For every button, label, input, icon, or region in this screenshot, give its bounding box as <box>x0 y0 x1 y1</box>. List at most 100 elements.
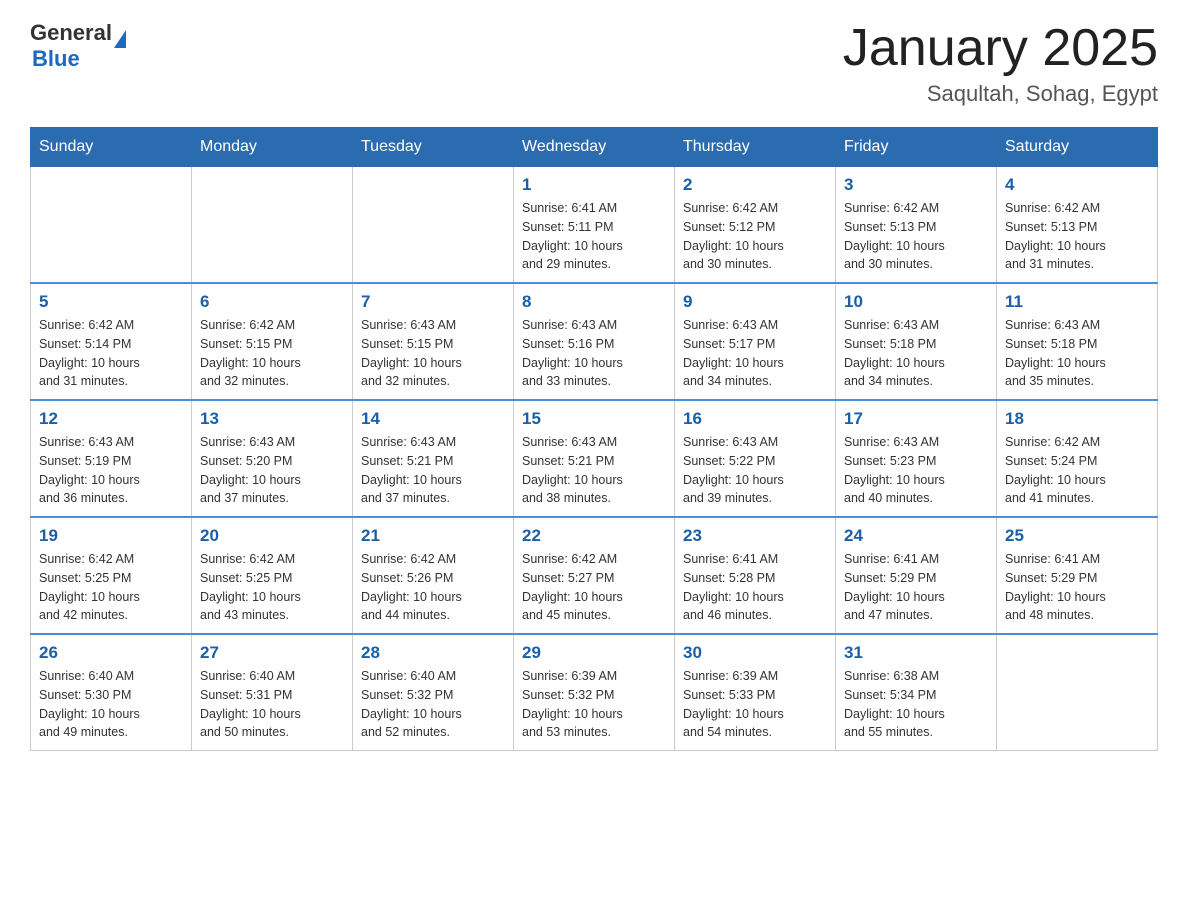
day-info: Sunrise: 6:39 AM Sunset: 5:33 PM Dayligh… <box>683 667 827 742</box>
calendar-cell: 22 Sunrise: 6:42 AM Sunset: 5:27 PM Dayli… <box>514 517 675 634</box>
day-info: Sunrise: 6:43 AM Sunset: 5:16 PM Dayligh… <box>522 316 666 391</box>
day-of-week-header: Friday <box>836 128 997 167</box>
day-info: Sunrise: 6:41 AM Sunset: 5:29 PM Dayligh… <box>844 550 988 625</box>
day-number: 3 <box>844 175 988 195</box>
calendar-cell <box>192 167 353 284</box>
calendar-cell: 30 Sunrise: 6:39 AM Sunset: 5:33 PM Dayli… <box>675 634 836 751</box>
day-number: 5 <box>39 292 183 312</box>
day-of-week-header: Thursday <box>675 128 836 167</box>
day-number: 9 <box>683 292 827 312</box>
day-info: Sunrise: 6:43 AM Sunset: 5:21 PM Dayligh… <box>361 433 505 508</box>
day-number: 25 <box>1005 526 1149 546</box>
logo-general-text: General <box>30 20 112 46</box>
calendar-cell: 8 Sunrise: 6:43 AM Sunset: 5:16 PM Daylig… <box>514 283 675 400</box>
day-info: Sunrise: 6:42 AM Sunset: 5:26 PM Dayligh… <box>361 550 505 625</box>
day-info: Sunrise: 6:41 AM Sunset: 5:11 PM Dayligh… <box>522 199 666 274</box>
day-number: 30 <box>683 643 827 663</box>
day-info: Sunrise: 6:42 AM Sunset: 5:13 PM Dayligh… <box>1005 199 1149 274</box>
day-info: Sunrise: 6:43 AM Sunset: 5:15 PM Dayligh… <box>361 316 505 391</box>
calendar-title: January 2025 <box>843 20 1158 77</box>
day-number: 14 <box>361 409 505 429</box>
day-of-week-header: Monday <box>192 128 353 167</box>
calendar-body: 1 Sunrise: 6:41 AM Sunset: 5:11 PM Daylig… <box>31 167 1158 751</box>
day-info: Sunrise: 6:42 AM Sunset: 5:15 PM Dayligh… <box>200 316 344 391</box>
calendar-cell: 1 Sunrise: 6:41 AM Sunset: 5:11 PM Daylig… <box>514 167 675 284</box>
day-number: 12 <box>39 409 183 429</box>
day-number: 20 <box>200 526 344 546</box>
calendar-week-row: 5 Sunrise: 6:42 AM Sunset: 5:14 PM Daylig… <box>31 283 1158 400</box>
day-info: Sunrise: 6:43 AM Sunset: 5:18 PM Dayligh… <box>1005 316 1149 391</box>
day-info: Sunrise: 6:43 AM Sunset: 5:21 PM Dayligh… <box>522 433 666 508</box>
day-of-week-header: Saturday <box>997 128 1158 167</box>
calendar-cell: 5 Sunrise: 6:42 AM Sunset: 5:14 PM Daylig… <box>31 283 192 400</box>
day-info: Sunrise: 6:43 AM Sunset: 5:19 PM Dayligh… <box>39 433 183 508</box>
calendar-cell <box>31 167 192 284</box>
day-info: Sunrise: 6:42 AM Sunset: 5:25 PM Dayligh… <box>200 550 344 625</box>
calendar-header: SundayMondayTuesdayWednesdayThursdayFrid… <box>31 128 1158 167</box>
calendar-cell: 16 Sunrise: 6:43 AM Sunset: 5:22 PM Dayli… <box>675 400 836 517</box>
day-number: 8 <box>522 292 666 312</box>
calendar-cell: 29 Sunrise: 6:39 AM Sunset: 5:32 PM Dayli… <box>514 634 675 751</box>
day-number: 21 <box>361 526 505 546</box>
day-number: 31 <box>844 643 988 663</box>
day-info: Sunrise: 6:43 AM Sunset: 5:18 PM Dayligh… <box>844 316 988 391</box>
calendar-week-row: 19Sunrise: 6:42 AM Sunset: 5:25 PM Dayli… <box>31 517 1158 634</box>
day-number: 10 <box>844 292 988 312</box>
day-info: Sunrise: 6:42 AM Sunset: 5:27 PM Dayligh… <box>522 550 666 625</box>
calendar-table: SundayMondayTuesdayWednesdayThursdayFrid… <box>30 127 1158 751</box>
day-info: Sunrise: 6:40 AM Sunset: 5:32 PM Dayligh… <box>361 667 505 742</box>
calendar-cell: 28Sunrise: 6:40 AM Sunset: 5:32 PM Dayli… <box>353 634 514 751</box>
calendar-cell: 31 Sunrise: 6:38 AM Sunset: 5:34 PM Dayli… <box>836 634 997 751</box>
day-info: Sunrise: 6:40 AM Sunset: 5:31 PM Dayligh… <box>200 667 344 742</box>
day-number: 7 <box>361 292 505 312</box>
calendar-cell: 24 Sunrise: 6:41 AM Sunset: 5:29 PM Dayli… <box>836 517 997 634</box>
calendar-cell: 7 Sunrise: 6:43 AM Sunset: 5:15 PM Daylig… <box>353 283 514 400</box>
day-number: 15 <box>522 409 666 429</box>
day-info: Sunrise: 6:42 AM Sunset: 5:14 PM Dayligh… <box>39 316 183 391</box>
calendar-cell: 14 Sunrise: 6:43 AM Sunset: 5:21 PM Dayli… <box>353 400 514 517</box>
calendar-cell: 25 Sunrise: 6:41 AM Sunset: 5:29 PM Dayli… <box>997 517 1158 634</box>
day-number: 17 <box>844 409 988 429</box>
day-number: 13 <box>200 409 344 429</box>
calendar-week-row: 26 Sunrise: 6:40 AM Sunset: 5:30 PM Dayli… <box>31 634 1158 751</box>
calendar-cell: 23 Sunrise: 6:41 AM Sunset: 5:28 PM Dayli… <box>675 517 836 634</box>
day-number: 29 <box>522 643 666 663</box>
calendar-week-row: 1 Sunrise: 6:41 AM Sunset: 5:11 PM Daylig… <box>31 167 1158 284</box>
day-info: Sunrise: 6:43 AM Sunset: 5:22 PM Dayligh… <box>683 433 827 508</box>
day-info: Sunrise: 6:39 AM Sunset: 5:32 PM Dayligh… <box>522 667 666 742</box>
day-info: Sunrise: 6:41 AM Sunset: 5:29 PM Dayligh… <box>1005 550 1149 625</box>
calendar-cell <box>353 167 514 284</box>
day-number: 1 <box>522 175 666 195</box>
day-info: Sunrise: 6:43 AM Sunset: 5:17 PM Dayligh… <box>683 316 827 391</box>
calendar-cell: 13 Sunrise: 6:43 AM Sunset: 5:20 PM Dayli… <box>192 400 353 517</box>
day-number: 11 <box>1005 292 1149 312</box>
day-info: Sunrise: 6:41 AM Sunset: 5:28 PM Dayligh… <box>683 550 827 625</box>
calendar-cell: 11 Sunrise: 6:43 AM Sunset: 5:18 PM Dayli… <box>997 283 1158 400</box>
calendar-cell: 10 Sunrise: 6:43 AM Sunset: 5:18 PM Dayli… <box>836 283 997 400</box>
calendar-cell: 19Sunrise: 6:42 AM Sunset: 5:25 PM Dayli… <box>31 517 192 634</box>
calendar-cell: 3Sunrise: 6:42 AM Sunset: 5:13 PM Daylig… <box>836 167 997 284</box>
logo: General Blue <box>30 20 126 72</box>
day-number: 2 <box>683 175 827 195</box>
calendar-cell: 9 Sunrise: 6:43 AM Sunset: 5:17 PM Daylig… <box>675 283 836 400</box>
calendar-cell: 6Sunrise: 6:42 AM Sunset: 5:15 PM Daylig… <box>192 283 353 400</box>
calendar-cell <box>997 634 1158 751</box>
calendar-cell: 17Sunrise: 6:43 AM Sunset: 5:23 PM Dayli… <box>836 400 997 517</box>
day-number: 22 <box>522 526 666 546</box>
day-info: Sunrise: 6:40 AM Sunset: 5:30 PM Dayligh… <box>39 667 183 742</box>
day-of-week-header: Tuesday <box>353 128 514 167</box>
calendar-cell: 2Sunrise: 6:42 AM Sunset: 5:12 PM Daylig… <box>675 167 836 284</box>
day-of-week-header: Wednesday <box>514 128 675 167</box>
day-number: 16 <box>683 409 827 429</box>
day-info: Sunrise: 6:43 AM Sunset: 5:20 PM Dayligh… <box>200 433 344 508</box>
calendar-cell: 18Sunrise: 6:42 AM Sunset: 5:24 PM Dayli… <box>997 400 1158 517</box>
logo-blue-text: Blue <box>32 46 126 72</box>
page-header: General Blue January 2025 Saqultah, Soha… <box>30 20 1158 107</box>
day-number: 18 <box>1005 409 1149 429</box>
day-number: 23 <box>683 526 827 546</box>
day-number: 24 <box>844 526 988 546</box>
calendar-cell: 12 Sunrise: 6:43 AM Sunset: 5:19 PM Dayli… <box>31 400 192 517</box>
day-number: 26 <box>39 643 183 663</box>
day-info: Sunrise: 6:38 AM Sunset: 5:34 PM Dayligh… <box>844 667 988 742</box>
header-row: SundayMondayTuesdayWednesdayThursdayFrid… <box>31 128 1158 167</box>
